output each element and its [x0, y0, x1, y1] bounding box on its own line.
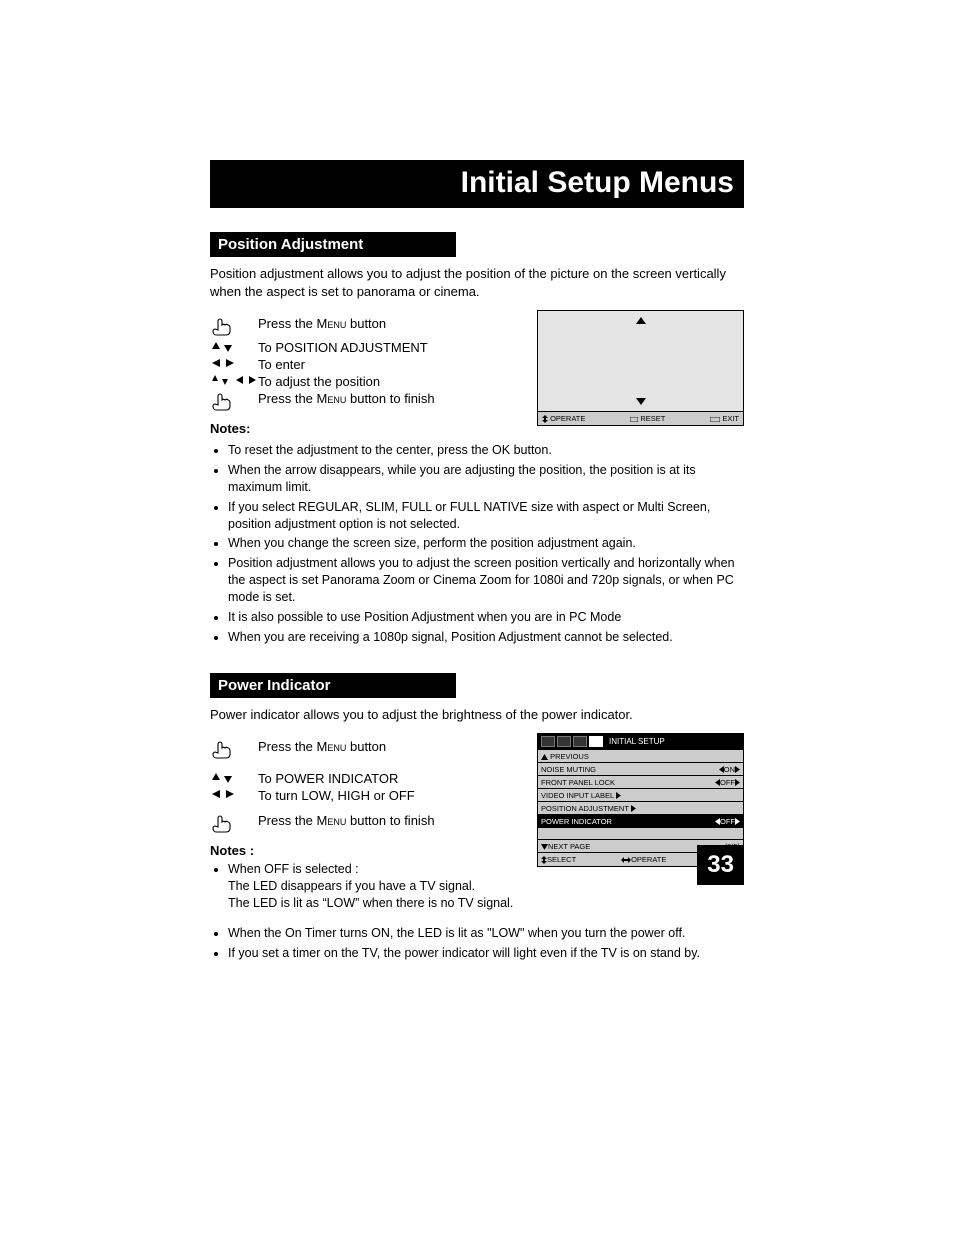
osd-row-previous: PREVIOUS [538, 749, 743, 762]
note-item: Position adjustment allows you to adjust… [228, 555, 744, 606]
tab-icon [541, 736, 555, 747]
note-item: When the arrow disappears, while you are… [228, 462, 744, 496]
osd-row-video-input-label: VIDEO INPUT LABEL [538, 788, 743, 801]
step-text: To turn LOW, HIGH or OFF [258, 788, 517, 803]
t: button to finish [346, 813, 434, 828]
osd-row-blank [538, 827, 743, 839]
step-text: To POWER INDICATOR [258, 771, 517, 786]
t: button to finish [346, 391, 434, 406]
note-item: If you set a timer on the TV, the power … [228, 945, 744, 962]
t: The LED disappears if you have a TV sign… [228, 879, 475, 893]
t: Press the [258, 316, 317, 331]
t: Menu [317, 739, 347, 754]
triangle-down-icon [636, 398, 646, 405]
t: VIDEO INPUT LABEL [541, 791, 614, 800]
section2-notes-a: When OFF is selected : The LED disappear… [210, 861, 517, 912]
osd-row-noise-muting: NOISE MUTING ON [538, 762, 743, 775]
t: POSITION ADJUSTMENT [541, 804, 629, 813]
section1-notes: To reset the adjustment to the center, p… [210, 442, 744, 646]
t: ON [724, 765, 735, 774]
step-text: To POSITION ADJUSTMENT [258, 340, 517, 355]
osd-operate: OPERATE [542, 414, 585, 423]
t: button [346, 316, 386, 331]
updown-arrows-icon [210, 340, 258, 354]
hand-press-icon [210, 391, 258, 413]
hand-press-icon [210, 739, 258, 761]
updown-arrows-icon [210, 771, 258, 785]
t: Menu [317, 316, 347, 331]
step-text: Press the Menu button to finish [258, 391, 517, 406]
osd-position-adjustment: OPERATE RESET EXIT [537, 310, 744, 426]
section2-intro: Power indicator allows you to adjust the… [210, 706, 744, 724]
step-text: Press the Menu button [258, 316, 517, 331]
t: OFF [720, 817, 735, 826]
notes-label: Notes: [210, 421, 517, 436]
section1-steps: Press the Menu button To POSITION ADJUST… [210, 316, 517, 413]
page-number: 33 [697, 845, 744, 885]
osd-select: SELECT [541, 855, 576, 864]
osd-row-position-adjustment: POSITION ADJUSTMENT [538, 801, 743, 814]
all-arrows-icon [210, 374, 258, 386]
t: Menu [317, 813, 347, 828]
t: PREVIOUS [550, 752, 589, 761]
step-text: Press the Menu button [258, 739, 517, 754]
hand-press-icon [210, 813, 258, 835]
t: NOISE MUTING [541, 765, 596, 774]
leftright-arrows-icon [210, 357, 258, 369]
step-text: To adjust the position [258, 374, 517, 389]
tab-icon-selected [589, 736, 603, 747]
section2-steps: Press the Menu button To POWER INDICATOR… [210, 739, 517, 835]
t: Press the [258, 739, 317, 754]
triangle-up-icon [636, 317, 646, 324]
section1-intro: Position adjustment allows you to adjust… [210, 265, 744, 300]
t: OFF [720, 778, 735, 787]
t: When OFF is selected : [228, 862, 359, 876]
notes-label: Notes : [210, 843, 517, 858]
osd-row-front-panel-lock: FRONT PANEL LOCK OFF [538, 775, 743, 788]
t: Press the [258, 391, 317, 406]
t: OPERATE [631, 855, 666, 864]
osd-row-power-indicator-selected: POWER INDICATOR OFF [538, 814, 743, 827]
leftright-arrows-icon [210, 788, 258, 800]
section-heading-position-adjustment: Position Adjustment [210, 232, 456, 257]
t: button [346, 739, 386, 754]
t: NEXT PAGE [548, 842, 590, 851]
note-item: When the On Timer turns ON, the LED is l… [228, 925, 744, 942]
note-item: It is also possible to use Position Adju… [228, 609, 744, 626]
note-item: When you are receiving a 1080p signal, P… [228, 629, 744, 646]
osd-operate: OPERATE [621, 855, 666, 864]
osd-reset: RESET [630, 414, 665, 423]
t: Menu [317, 391, 347, 406]
note-item: When you change the screen size, perform… [228, 535, 744, 552]
note-item: When OFF is selected : The LED disappear… [228, 861, 517, 912]
t: EXIT [722, 414, 739, 423]
page-title: Initial Setup Menus [210, 160, 744, 208]
tab-icon [557, 736, 571, 747]
hand-press-icon [210, 316, 258, 338]
t: RESET [640, 414, 665, 423]
note-item: If you select REGULAR, SLIM, FULL or FUL… [228, 499, 744, 533]
t: SELECT [547, 855, 576, 864]
tab-icon [573, 736, 587, 747]
t: FRONT PANEL LOCK [541, 778, 615, 787]
section-heading-power-indicator: Power Indicator [210, 673, 456, 698]
osd-exit: EXIT [710, 414, 739, 423]
t: OPERATE [550, 414, 585, 423]
section2-notes-b: When the On Timer turns ON, the LED is l… [210, 925, 744, 962]
manual-page: Initial Setup Menus Position Adjustment … [0, 0, 954, 1005]
t: POWER INDICATOR [541, 817, 612, 826]
step-text: To enter [258, 357, 517, 372]
step-text: Press the Menu button to finish [258, 813, 517, 828]
note-item: To reset the adjustment to the center, p… [228, 442, 744, 459]
osd-title: INITIAL SETUP [609, 737, 665, 746]
t: Press the [258, 813, 317, 828]
t: The LED is lit as “LOW” when there is no… [228, 896, 513, 910]
